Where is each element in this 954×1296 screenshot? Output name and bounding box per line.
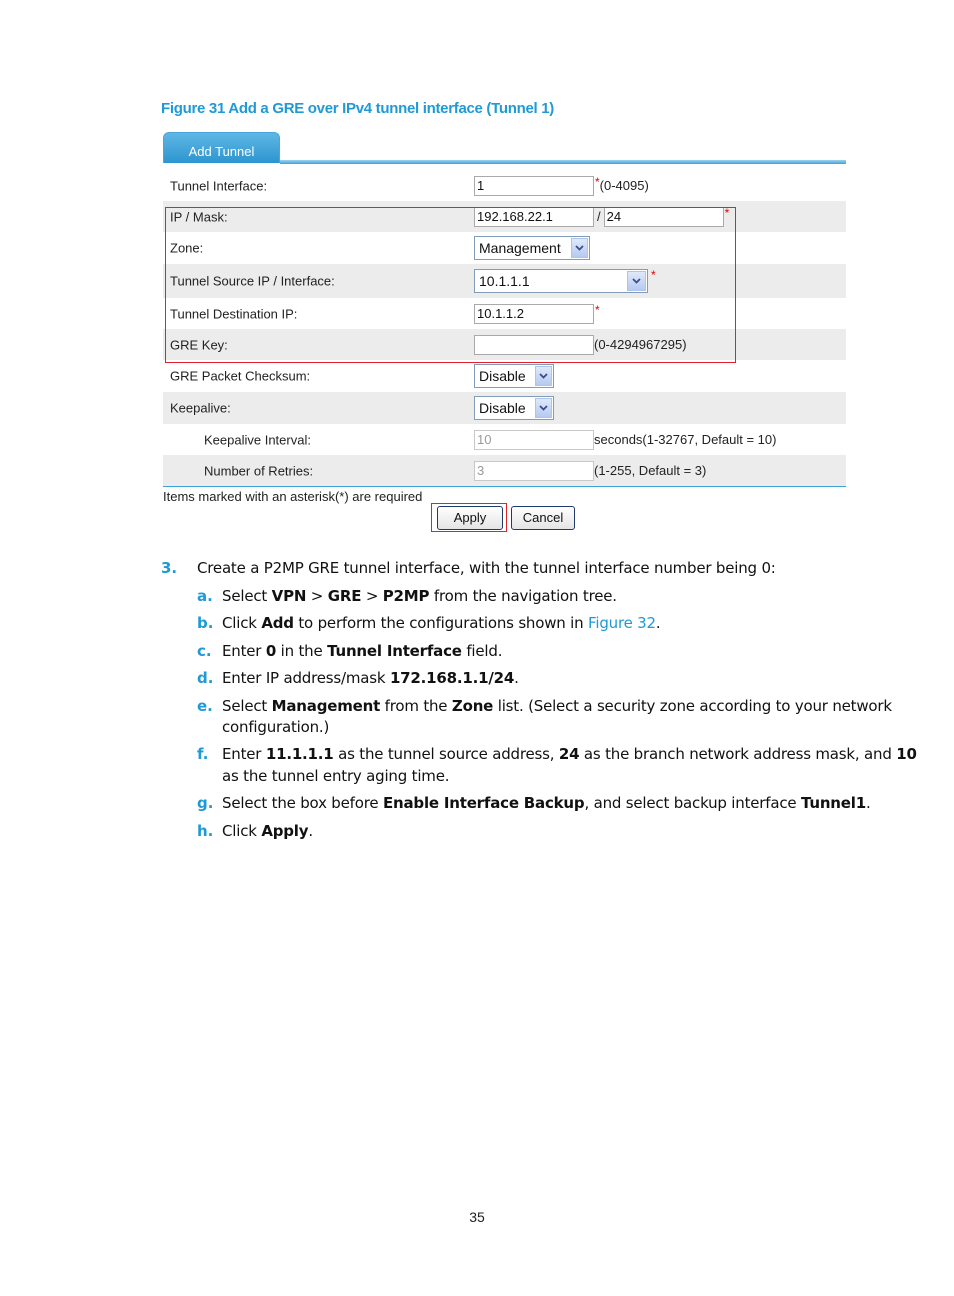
row-gre-checksum: GRE Packet Checksum: Disable — [163, 360, 846, 392]
keepalive-interval-label: Keepalive Interval: — [204, 432, 311, 447]
substep-f-line2: as the tunnel entry aging time. — [222, 767, 450, 785]
row-keepalive: Keepalive: Disable — [163, 392, 846, 424]
keepalive-interval-hint: seconds(1-32767, Default = 10) — [594, 432, 777, 447]
substep-d: Enter IP address/mask 172.168.1.1/24. — [222, 669, 519, 687]
required-star: * — [651, 268, 656, 282]
form-buttons: Apply Cancel — [431, 503, 575, 532]
keepalive-interval-input: 10 — [474, 429, 594, 450]
zone-selected-value: Management — [479, 240, 561, 256]
substep-letter: c. — [197, 642, 212, 660]
keepalive-label: Keepalive: — [170, 400, 231, 416]
zone-label: Zone: — [170, 240, 204, 256]
gre-key-label: GRE Key: — [170, 337, 228, 352]
substep-letter: e. — [197, 697, 213, 715]
tunnel-source-value[interactable]: 10.1.1.1 — [479, 273, 626, 289]
row-zone: Zone: Management — [163, 232, 846, 264]
tunnel-form: Tunnel Interface: 1 * (0-4095) IP / Mask… — [163, 170, 846, 504]
row-tunnel-source: Tunnel Source IP / Interface: 10.1.1.1 * — [163, 264, 846, 298]
substep-b: Click Add to perform the configurations … — [222, 614, 661, 632]
keepalive-select[interactable]: Disable — [474, 396, 554, 420]
ip-mask-label: IP / Mask: — [170, 209, 228, 224]
substep-f: Enter 11.1.1.1 as the tunnel source addr… — [222, 745, 917, 763]
keepalive-selected-value: Disable — [479, 400, 526, 416]
required-star: * — [724, 205, 730, 220]
gre-checksum-selected-value: Disable — [479, 368, 526, 384]
substep-g: Select the box before Enable Interface B… — [222, 794, 871, 812]
row-retries: Number of Retries: 3 (1-255, Default = 3… — [163, 455, 846, 486]
tunnel-source-label: Tunnel Source IP / Interface: — [170, 273, 335, 289]
step-number: 3. — [161, 559, 178, 577]
gre-checksum-label: GRE Packet Checksum: — [170, 368, 311, 384]
zone-select[interactable]: Management — [474, 236, 590, 260]
substep-a: Select VPN > GRE > P2MP from the navigat… — [222, 587, 617, 605]
tab-add-tunnel[interactable]: Add Tunnel — [163, 132, 280, 163]
substep-letter: h. — [197, 822, 214, 840]
page-number: 35 — [469, 1209, 485, 1225]
tab-bar-line — [280, 160, 846, 164]
chevron-down-icon[interactable] — [571, 238, 588, 258]
ip-address-input[interactable]: 192.168.22.1 — [474, 206, 594, 227]
substep-letter: g. — [197, 794, 214, 812]
substep-letter: d. — [197, 669, 214, 687]
row-ip-mask: IP / Mask: 192.168.22.1 / 24 * — [163, 201, 846, 232]
apply-highlight: Apply — [431, 503, 507, 532]
required-star: * — [595, 302, 600, 317]
chevron-down-icon[interactable] — [535, 398, 552, 418]
tunnel-interface-range-hint: (0-4095) — [599, 178, 649, 193]
row-keepalive-interval: Keepalive Interval: 10 seconds(1-32767, … — [163, 424, 846, 455]
gre-key-input[interactable] — [474, 334, 594, 355]
required-note: Items marked with an asterisk(*) are req… — [163, 489, 423, 504]
step-text: Create a P2MP GRE tunnel interface, with… — [197, 559, 776, 577]
tab-bar: Add Tunnel — [163, 132, 846, 166]
retries-hint: (1-255, Default = 3) — [594, 463, 707, 478]
chevron-down-icon[interactable] — [627, 271, 646, 291]
tunnel-destination-label: Tunnel Destination IP: — [170, 306, 298, 321]
substep-e: Select Management from the Zone list. (S… — [222, 697, 892, 715]
row-gre-key: GRE Key: (0-4294967295) — [163, 329, 846, 360]
tunnel-interface-label: Tunnel Interface: — [170, 178, 268, 193]
substep-e-line2: configuration.) — [222, 718, 330, 736]
chevron-down-icon[interactable] — [535, 366, 552, 386]
gre-checksum-select[interactable]: Disable — [474, 364, 554, 388]
substep-letter: a. — [197, 587, 213, 605]
form-bottom-divider — [163, 486, 846, 487]
substep-c: Enter 0 in the Tunnel Interface field. — [222, 642, 503, 660]
tunnel-destination-input[interactable]: 10.1.1.2 — [474, 303, 594, 324]
figure-32-link[interactable]: Figure 32 — [588, 614, 656, 632]
ip-mask-separator: / — [597, 209, 601, 224]
retries-input: 3 — [474, 460, 594, 481]
substep-h: Click Apply. — [222, 822, 313, 840]
figure-caption: Figure 31 Add a GRE over IPv4 tunnel int… — [161, 100, 554, 117]
add-tunnel-form-screenshot: Add Tunnel Tunnel Interface: 1 * (0-4095… — [163, 132, 846, 532]
gre-key-range-hint: (0-4294967295) — [594, 337, 687, 352]
mask-input[interactable]: 24 — [603, 206, 724, 227]
tunnel-source-combobox[interactable]: 10.1.1.1 — [474, 269, 648, 293]
apply-button[interactable]: Apply — [437, 506, 503, 530]
retries-label: Number of Retries: — [204, 463, 314, 478]
substep-letter: b. — [197, 614, 214, 632]
cancel-button[interactable]: Cancel — [511, 506, 575, 530]
row-tunnel-interface: Tunnel Interface: 1 * (0-4095) — [163, 170, 846, 201]
tunnel-interface-input[interactable]: 1 — [474, 175, 594, 196]
substep-letter: f. — [197, 745, 209, 763]
row-tunnel-destination: Tunnel Destination IP: 10.1.1.2 * — [163, 298, 846, 329]
